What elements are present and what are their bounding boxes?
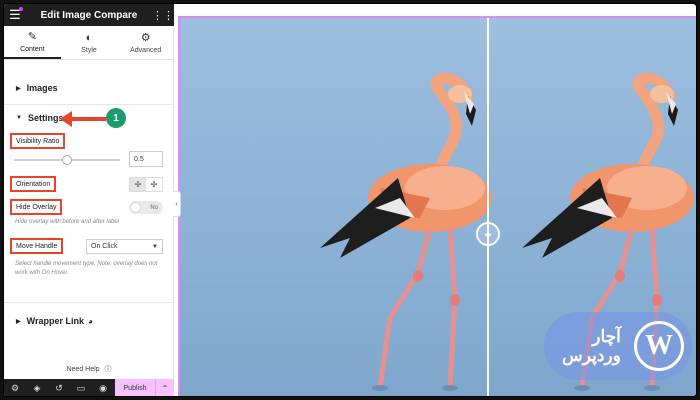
- divider: [4, 104, 174, 105]
- compare-divider: [487, 18, 489, 396]
- publish-button[interactable]: Publish: [115, 379, 155, 396]
- app-frame: ☰ Edit Image Compare ⋮⋮ ✎ Content ◐ Styl…: [3, 3, 697, 397]
- settings-gear-icon[interactable]: ⚙: [4, 379, 26, 396]
- section-label: Images: [26, 83, 58, 93]
- slider-thumb[interactable]: [62, 155, 72, 165]
- tab-label: Content: [20, 46, 45, 53]
- horizontal-orientation-icon[interactable]: ✢: [130, 178, 146, 191]
- hide-overlay-help: Hide overlay with before and after label: [15, 219, 120, 225]
- toggle-text: No: [150, 204, 158, 211]
- watermark-logo: آچار وردپرس W: [544, 312, 692, 380]
- visibility-ratio-label: Visibility Ratio: [10, 133, 66, 149]
- move-handle-label: Move Handle: [10, 238, 64, 254]
- tab-advanced[interactable]: ⚙ Advanced: [117, 26, 174, 59]
- collapse-panel-icon[interactable]: ‹: [173, 191, 181, 217]
- section-label: Settings: [27, 113, 64, 123]
- watermark-text: آچار وردپرس: [562, 327, 621, 365]
- orientation-label: Orientation: [10, 176, 57, 192]
- need-help-label: Need Help: [66, 366, 100, 373]
- tab-content[interactable]: ✎ Content: [4, 26, 61, 59]
- sidebar-footer: ⚙ ◈ ↺ ▭ ◉ Publish ⌃: [4, 379, 174, 396]
- section-wrapper-link[interactable]: ▶ Wrapper Link ◕: [4, 313, 174, 329]
- watermark-line1: آچار: [592, 327, 621, 346]
- move-handle-help: Select handle movement type. Note: overl…: [15, 261, 158, 276]
- section-label: Wrapper Link: [26, 316, 84, 326]
- tab-label: Advanced: [130, 47, 162, 54]
- panel-tabs: ✎ Content ◐ Style ⚙ Advanced: [4, 26, 174, 60]
- hamburger-menu-icon[interactable]: ☰: [4, 4, 26, 26]
- tab-label: Style: [81, 46, 97, 54]
- widgets-grid-icon[interactable]: ⋮⋮: [152, 4, 174, 26]
- caret-right-icon: ▶: [16, 318, 21, 325]
- need-help-link[interactable]: Need Help ⓘ: [4, 364, 174, 374]
- orientation-control: ✢ ✣: [129, 177, 163, 192]
- move-handle-select[interactable]: On Click ▼: [86, 239, 163, 254]
- compare-handle[interactable]: ◂▸: [476, 222, 500, 246]
- gear-icon: ⚙: [140, 32, 151, 44]
- history-icon[interactable]: ↺: [48, 379, 70, 396]
- vertical-orientation-icon[interactable]: ✣: [146, 178, 162, 191]
- pencil-icon: ✎: [27, 31, 37, 43]
- hide-overlay-label: Hide Overlay: [10, 199, 63, 215]
- annotation-arrow: [70, 117, 106, 121]
- editor-sidebar: ☰ Edit Image Compare ⋮⋮ ✎ Content ◐ Styl…: [4, 4, 174, 396]
- divider: [4, 302, 174, 303]
- layers-icon[interactable]: ◈: [26, 379, 48, 396]
- step-badge: 1: [106, 108, 126, 128]
- panel-title: Edit Image Compare: [40, 9, 138, 21]
- watermark-line2: وردپرس: [562, 346, 621, 365]
- half-circle-icon: ◐: [85, 31, 93, 44]
- preview-eye-icon[interactable]: ◉: [92, 379, 114, 396]
- caret-down-icon: ▼: [16, 115, 22, 121]
- hide-overlay-toggle[interactable]: No: [129, 201, 163, 214]
- caret-right-icon: ▶: [16, 85, 21, 92]
- eicon-badge-icon: ◕: [87, 316, 93, 326]
- chevron-down-icon: ▼: [152, 243, 158, 250]
- chevron-up-icon[interactable]: ⌃: [155, 379, 174, 396]
- select-value: On Click: [91, 243, 118, 250]
- wordpress-logo-icon: W: [634, 321, 684, 371]
- responsive-icon[interactable]: ▭: [70, 379, 92, 396]
- visibility-ratio-input[interactable]: 0.5: [129, 151, 163, 167]
- section-images[interactable]: ▶ Images: [4, 80, 174, 96]
- sidebar-header: ☰ Edit Image Compare ⋮⋮: [4, 4, 174, 26]
- question-circle-icon: ⓘ: [104, 366, 112, 373]
- tab-style[interactable]: ◐ Style: [61, 26, 118, 59]
